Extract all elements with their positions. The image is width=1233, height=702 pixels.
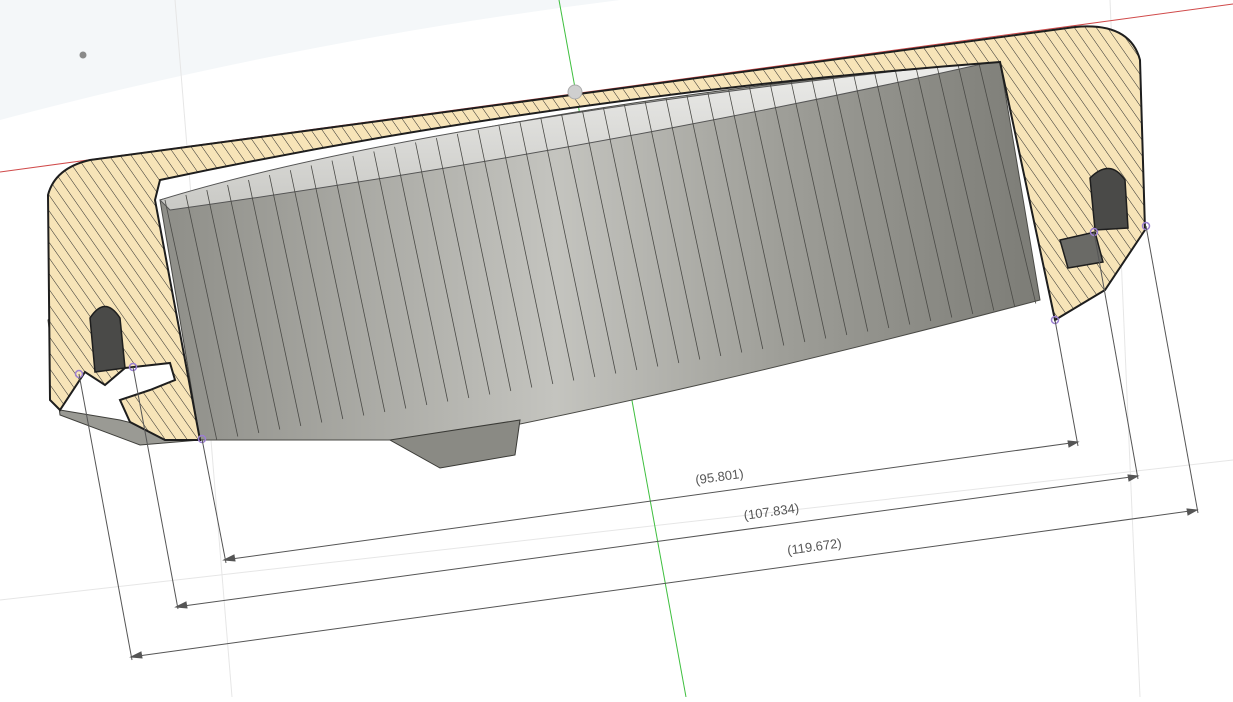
view-pivot-icon[interactable] <box>567 84 583 100</box>
dimension-label[interactable]: (119.672) <box>786 535 842 557</box>
dimension-label[interactable]: (95.801) <box>694 466 744 487</box>
dimension-line-107[interactable] <box>175 475 1139 608</box>
cad-viewport[interactable]: (95.801) (107.834) (119.672) <box>0 0 1233 698</box>
section-view-canvas[interactable]: (95.801) (107.834) (119.672) <box>0 0 1233 698</box>
left-slot-cutout <box>89 305 126 373</box>
mesh-body[interactable] <box>47 59 1058 469</box>
dimension-label[interactable]: (107.834) <box>743 500 800 522</box>
right-slot-cutout <box>1089 167 1129 231</box>
origin-point-icon <box>79 51 87 59</box>
dimension-line-119[interactable] <box>130 509 1198 658</box>
